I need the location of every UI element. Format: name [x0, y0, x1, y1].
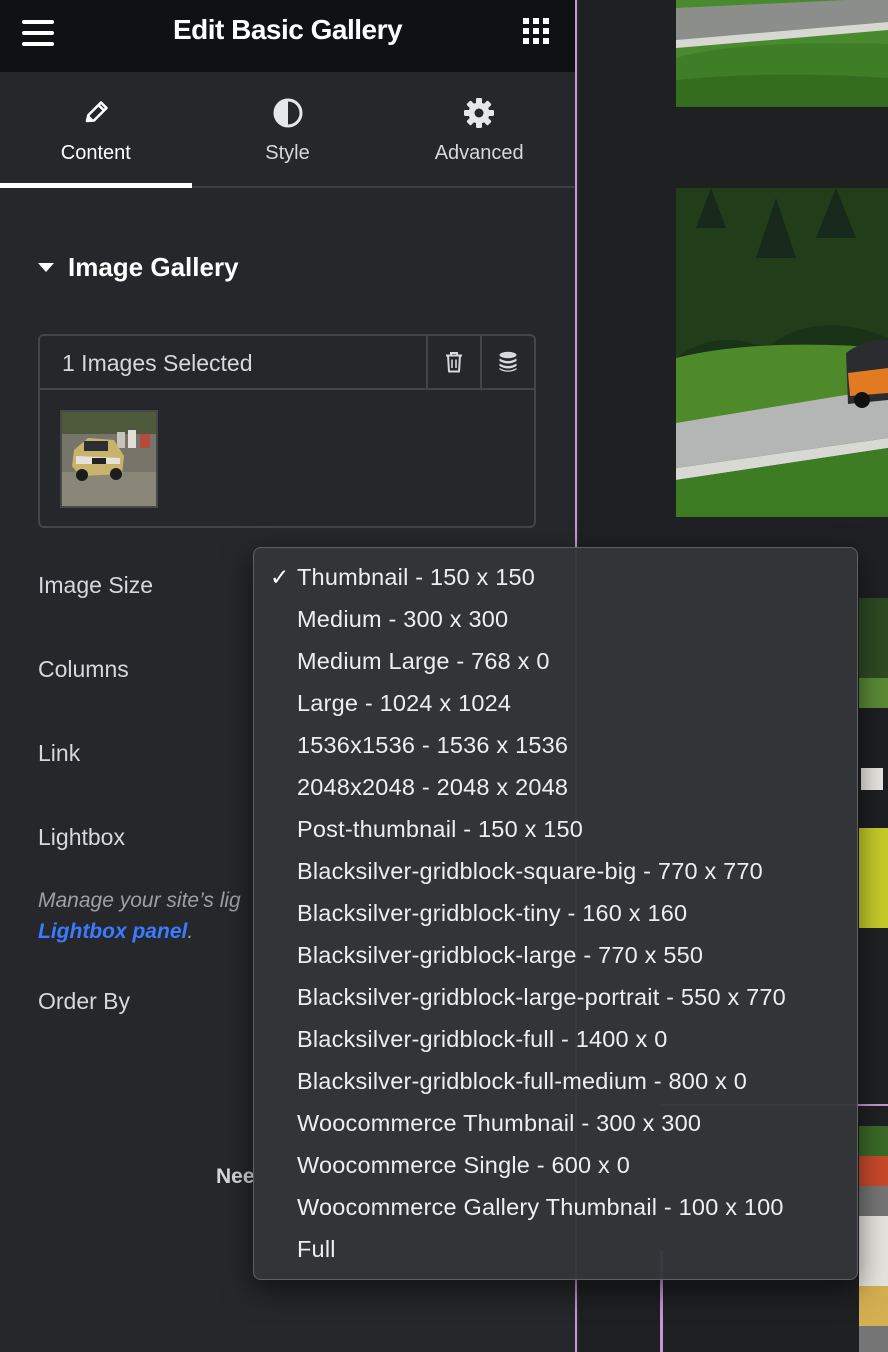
lightbox-help-text: Manage your site’s lig Lightbox panel.: [38, 885, 258, 947]
lightbox-help-prefix: Manage your site’s lig: [38, 889, 241, 912]
option-label: Blacksilver-gridblock-full-medium - 800 …: [297, 1068, 748, 1094]
gallery-image-thumbnail[interactable]: [60, 410, 158, 508]
checkmark-icon: ✓: [270, 564, 290, 590]
image-size-label: Image Size: [38, 572, 154, 598]
option-label: 1536x1536 - 1536 x 1536: [297, 732, 569, 758]
option-label: Blacksilver-gridblock-large - 770 x 550: [297, 942, 704, 968]
lightbox-label: Lightbox: [38, 824, 125, 850]
hamburger-menu-icon[interactable]: [22, 20, 54, 46]
option-label: Woocommerce Single - 600 x 0: [297, 1152, 631, 1178]
tab-advanced[interactable]: Advanced: [383, 72, 575, 186]
panel-title: Edit Basic Gallery: [172, 14, 403, 45]
gallery-control: 1 Images Selected: [38, 334, 536, 528]
option-label: Full: [297, 1236, 336, 1262]
image-size-option[interactable]: Post-thumbnail - 150 x 150: [254, 808, 857, 850]
order-by-label: Order By: [38, 988, 131, 1014]
caret-down-icon: [38, 262, 54, 272]
gallery-photo-2[interactable]: [676, 188, 888, 517]
tab-label: Content: [60, 142, 131, 164]
image-size-option[interactable]: 1536x1536 - 1536 x 1536: [254, 724, 857, 766]
image-size-option[interactable]: Blacksilver-gridblock-square-big - 770 x…: [254, 850, 857, 892]
add-from-library-button[interactable]: [480, 336, 534, 388]
widgets-grid-icon[interactable]: [523, 18, 549, 44]
image-size-option[interactable]: Woocommerce Gallery Thumbnail - 100 x 10…: [254, 1186, 857, 1228]
tab-content[interactable]: Content: [0, 72, 192, 188]
gallery-photo-1[interactable]: [676, 0, 888, 107]
image-size-option[interactable]: Blacksilver-gridblock-large - 770 x 550: [254, 934, 857, 976]
option-label: Medium - 300 x 300: [297, 606, 509, 632]
option-label: Blacksilver-gridblock-full - 1400 x 0: [297, 1026, 668, 1052]
database-icon: [499, 351, 517, 372]
lightbox-help-suffix: .: [187, 920, 194, 943]
image-size-option[interactable]: Blacksilver-gridblock-full-medium - 800 …: [254, 1060, 857, 1102]
image-size-option[interactable]: ✓ Thumbnail - 150 x 150: [254, 556, 857, 598]
option-label: Blacksilver-gridblock-large-portrait - 5…: [297, 984, 786, 1010]
option-label: Blacksilver-gridblock-square-big - 770 x…: [297, 858, 763, 884]
tab-label: Advanced: [434, 142, 524, 164]
option-label: 2048x2048 - 2048 x 2048: [297, 774, 569, 800]
image-size-option[interactable]: Medium Large - 768 x 0: [254, 640, 857, 682]
need-help-link[interactable]: Nee: [216, 1165, 256, 1189]
option-label: Medium Large - 768 x 0: [297, 648, 550, 674]
tab-style[interactable]: Style: [192, 72, 384, 186]
lightbox-panel-link[interactable]: Lightbox panel: [38, 920, 187, 943]
option-label: Blacksilver-gridblock-tiny - 160 x 160: [297, 900, 688, 926]
trash-icon: [446, 352, 462, 373]
option-label: Woocommerce Thumbnail - 300 x 300: [297, 1110, 702, 1136]
tab-label: Style: [265, 142, 310, 164]
link-label: Link: [38, 740, 81, 766]
gallery-photo-3[interactable]: [859, 598, 888, 928]
panel-tabs: Content Style Advanced: [0, 72, 575, 188]
gallery-control-header: 1 Images Selected: [40, 336, 534, 390]
option-label: Woocommerce Gallery Thumbnail - 100 x 10…: [297, 1194, 784, 1220]
option-label: Large - 1024 x 1024: [297, 690, 512, 716]
panel-header: Edit Basic Gallery: [0, 0, 575, 72]
section-toggle-image-gallery[interactable]: Image Gallery: [38, 250, 239, 284]
section-title: Image Gallery: [68, 251, 239, 282]
image-size-option[interactable]: Blacksilver-gridblock-tiny - 160 x 160: [254, 892, 857, 934]
image-size-option[interactable]: 2048x2048 - 2048 x 2048: [254, 766, 857, 808]
image-size-option[interactable]: Woocommerce Thumbnail - 300 x 300: [254, 1102, 857, 1144]
option-label: Post-thumbnail - 150 x 150: [297, 816, 584, 842]
columns-label: Columns: [38, 656, 129, 682]
gear-icon: [464, 98, 495, 128]
image-size-option[interactable]: Full: [254, 1228, 857, 1270]
image-size-option[interactable]: Medium - 300 x 300: [254, 598, 857, 640]
image-size-dropdown[interactable]: ✓ Thumbnail - 150 x 150 Medium - 300 x 300…: [253, 547, 858, 1280]
gallery-photo-4[interactable]: [859, 1126, 888, 1352]
images-selected-count: 1 Images Selected: [62, 350, 253, 376]
clear-gallery-button[interactable]: [426, 336, 480, 388]
option-label: Thumbnail - 150 x 150: [297, 564, 536, 590]
image-size-option[interactable]: Large - 1024 x 1024: [254, 682, 857, 724]
image-size-option[interactable]: Woocommerce Single - 600 x 0: [254, 1144, 857, 1186]
image-size-option[interactable]: Blacksilver-gridblock-full - 1400 x 0: [254, 1018, 857, 1060]
pencil-icon: [85, 101, 108, 123]
half-circle-icon: [273, 98, 302, 128]
image-size-option[interactable]: Blacksilver-gridblock-large-portrait - 5…: [254, 976, 857, 1018]
rally-car-thumbnail: [62, 412, 156, 506]
